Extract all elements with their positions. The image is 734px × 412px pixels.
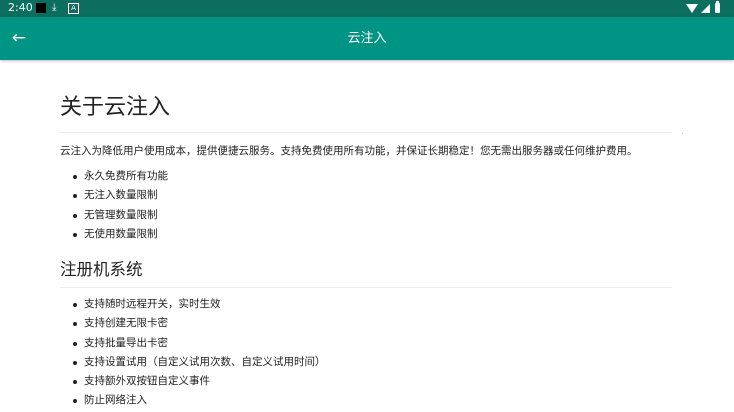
feature-list: 永久免费所有功能 无注入数量限制 无管理数量限制 无使用数量限制 — [60, 167, 168, 244]
intro-paragraph: 云注入为降低用户使用成本，提供便捷云服务。支持免费使用所有功能，并保证长期稳定！… — [60, 145, 638, 157]
list-item: 支持批量导出卡密 — [60, 334, 326, 353]
list-item: 无使用数量限制 — [60, 225, 168, 244]
page-heading: 关于云注入 — [60, 95, 171, 120]
list-item: 防止网络注入 — [60, 391, 326, 410]
dot-mark — [682, 133, 683, 134]
status-system-icons — [686, 1, 726, 14]
signal-icon — [701, 4, 710, 13]
app-bar: ← 云注入 — [0, 17, 734, 60]
app-title: 云注入 — [347, 31, 387, 46]
download-icon: ⤓ — [52, 2, 57, 13]
list-item: 无注入数量限制 — [60, 186, 168, 205]
list-item: 支持创建无限卡密 — [60, 314, 326, 333]
black-square-icon — [36, 3, 46, 13]
list-item: 无管理数量限制 — [60, 206, 168, 225]
battery-icon — [715, 1, 720, 13]
list-item: 支持随时远程开关，实时生效 — [60, 295, 326, 314]
register-feature-list: 支持随时远程开关，实时生效 支持创建无限卡密 支持批量导出卡密 支持设置试用（自… — [60, 295, 326, 411]
section-title: 注册机系统 — [60, 260, 143, 279]
wifi-icon — [686, 4, 698, 13]
list-item: 永久免费所有功能 — [60, 167, 168, 186]
section-divider — [60, 287, 672, 288]
list-item: 支持设置试用（自定义试用次数、自定义试用时间） — [60, 353, 326, 372]
a-icon: A — [68, 3, 79, 14]
list-item: 支持额外双按钮自定义事件 — [60, 372, 326, 391]
heading-divider — [60, 132, 672, 133]
status-bar: 2:40 ⤓ A — [0, 0, 734, 17]
status-time: 2:40 — [8, 1, 33, 14]
